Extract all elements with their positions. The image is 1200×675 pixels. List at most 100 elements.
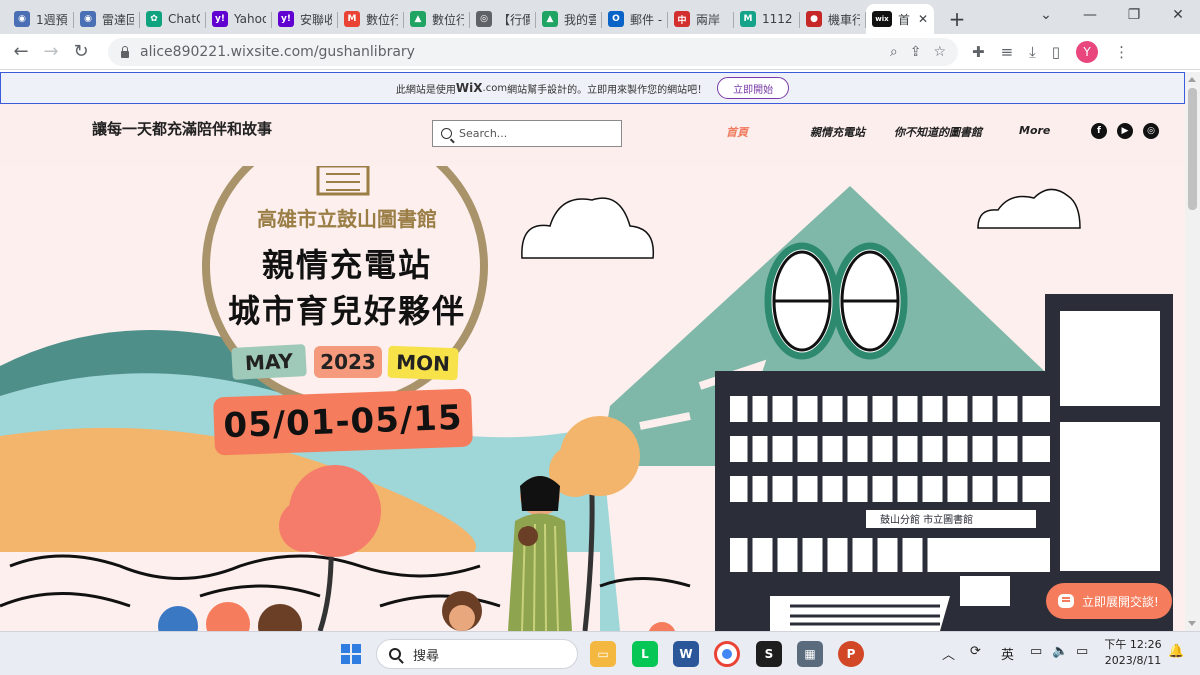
tab-favicon-icon: ▲ bbox=[410, 11, 426, 27]
wix-start-button[interactable]: 立即開始 bbox=[717, 77, 790, 99]
nav-more[interactable]: More bbox=[1019, 124, 1050, 137]
nav-home[interactable]: 首頁 bbox=[726, 124, 748, 140]
share-icon[interactable]: ⇪ bbox=[910, 44, 922, 60]
browser-tab[interactable]: M 數位行 bbox=[338, 4, 404, 34]
notification-bell-icon[interactable]: 🔔 bbox=[1168, 644, 1184, 659]
tab-favicon-icon: ◉ bbox=[80, 11, 96, 27]
windows-taskbar: 搜尋 ▭ L W S ▦ P ︿ ⟳ 英 ▭ 🔈 ▭ 下午 12:26 2023… bbox=[0, 631, 1200, 675]
hero-date-range: 05/01-05/15 bbox=[213, 388, 473, 456]
browser-tab[interactable]: ▲ 我的雲 bbox=[536, 4, 602, 34]
tab-search-icon[interactable]: ⌄ bbox=[1024, 7, 1068, 23]
browser-tab[interactable]: ◉ 雷達回 bbox=[74, 4, 140, 34]
hero-title-line1: 親情充電站 bbox=[261, 246, 432, 284]
browser-tab[interactable]: O 郵件 - bbox=[602, 4, 668, 34]
tab-favicon-icon: ▲ bbox=[542, 11, 558, 27]
volume-icon[interactable]: 🔈 bbox=[1052, 644, 1068, 659]
line-app-icon[interactable]: L bbox=[632, 641, 658, 667]
scroll-up-arrow[interactable] bbox=[1188, 77, 1196, 82]
lock-icon[interactable] bbox=[120, 45, 130, 58]
tab-favicon-icon: ◉ bbox=[14, 11, 30, 27]
side-panel-icon[interactable]: ▯ bbox=[1052, 43, 1060, 61]
browser-tab[interactable]: ▲ 數位行 bbox=[404, 4, 470, 34]
scroll-thumb[interactable] bbox=[1188, 88, 1197, 210]
calculator-icon[interactable]: ▦ bbox=[797, 641, 823, 667]
chat-button-label: 立即展開交談! bbox=[1082, 594, 1159, 609]
network-icon[interactable]: ▭ bbox=[1030, 644, 1042, 659]
powerpoint-icon[interactable]: P bbox=[838, 641, 864, 667]
browser-tab[interactable]: wix 首 ✕ bbox=[866, 4, 934, 34]
restore-icon[interactable]: ❐ bbox=[1112, 7, 1156, 23]
chat-button[interactable]: 立即展開交談! bbox=[1046, 583, 1172, 619]
hero-illustration: 鼓山分館 市立圖書館 bbox=[0, 166, 1185, 631]
tray-overflow-icon[interactable]: ︿ bbox=[942, 644, 955, 663]
browser-tab[interactable]: ◎ 【行價 bbox=[470, 4, 536, 34]
tab-title: 1112 bbox=[762, 12, 793, 26]
wix-banner-text-before: 此網站是使用 bbox=[395, 84, 456, 96]
media-icon[interactable]: ≡ bbox=[1001, 43, 1014, 61]
browser-tab[interactable]: M 1112 bbox=[734, 4, 800, 34]
address-bar[interactable]: alice890221.wixsite.com/gushanlibrary ⌕ … bbox=[108, 37, 958, 66]
youtube-icon[interactable]: ▶ bbox=[1117, 123, 1133, 139]
file-explorer-icon[interactable]: ▭ bbox=[590, 641, 616, 667]
website-content: 讓每一天都充滿陪伴和故事 Search... 首頁 親情充電站 你不知道的圖書館… bbox=[0, 104, 1185, 631]
site-search-input[interactable]: Search... bbox=[432, 120, 622, 147]
tab-title: 數位行 bbox=[366, 12, 398, 27]
hero-title-line2: 城市育兒好夥伴 bbox=[227, 292, 466, 330]
browser-tab[interactable]: y! 安聯收 bbox=[272, 4, 338, 34]
instagram-icon[interactable]: ◎ bbox=[1143, 123, 1159, 139]
battery-icon[interactable]: ▭ bbox=[1076, 644, 1088, 659]
new-tab-button[interactable]: + bbox=[942, 4, 972, 34]
taskbar-clock[interactable]: 下午 12:26 2023/8/11 bbox=[1102, 637, 1164, 669]
nav-family-station[interactable]: 親情充電站 bbox=[810, 124, 865, 140]
chrome-icon[interactable] bbox=[714, 641, 740, 667]
building-sign-text: 鼓山分館 市立圖書館 bbox=[880, 513, 973, 526]
bookmark-star-icon[interactable]: ☆ bbox=[933, 44, 946, 60]
menu-icon[interactable]: ⋮ bbox=[1114, 43, 1129, 61]
chat-bubble-icon bbox=[1058, 594, 1074, 608]
close-window-icon[interactable]: ✕ bbox=[1156, 7, 1200, 23]
browser-tab[interactable]: 中兩岸 bbox=[668, 4, 734, 34]
search-icon bbox=[441, 128, 452, 139]
download-icon[interactable]: ⤓ bbox=[1029, 43, 1036, 61]
profile-avatar[interactable]: Y bbox=[1076, 40, 1099, 63]
hero-library-name: 高雄市立鼓山圖書館 bbox=[257, 207, 437, 231]
zoom-icon[interactable]: ⌕ bbox=[890, 44, 898, 60]
windows-start-icon[interactable] bbox=[338, 641, 364, 667]
scroll-down-arrow[interactable] bbox=[1188, 621, 1196, 626]
browser-tab[interactable]: ◉ 1週預 bbox=[8, 4, 74, 34]
tab-favicon-icon: y! bbox=[278, 11, 294, 27]
tab-favicon-icon: ✿ bbox=[146, 11, 162, 27]
tab-title: 安聯收 bbox=[300, 12, 332, 27]
browser-tab-strip: ◉ 1週預 ◉ 雷達回 ✿ ChatG y! Yahoo y! 安聯收 M 數位行 ▲ 數位行 ◎ 【行價 ▲ 我… bbox=[0, 0, 1200, 34]
minimize-icon[interactable]: — bbox=[1068, 7, 1112, 23]
tab-title: ChatG bbox=[168, 12, 200, 26]
taskbar-search-icon bbox=[389, 648, 401, 660]
back-icon[interactable]: ← bbox=[6, 41, 36, 62]
browser-tab[interactable]: ✿ ChatG bbox=[140, 4, 206, 34]
page-scrollbar[interactable] bbox=[1185, 72, 1200, 631]
tab-favicon-icon: ◎ bbox=[476, 11, 492, 27]
ime-indicator[interactable]: 英 bbox=[1001, 644, 1014, 663]
close-tab-icon[interactable]: ✕ bbox=[918, 12, 928, 26]
taskbar-search-label: 搜尋 bbox=[413, 648, 440, 664]
forward-icon[interactable]: → bbox=[36, 41, 66, 62]
clock-date: 2023/8/11 bbox=[1104, 654, 1162, 667]
app-s-icon[interactable]: S bbox=[756, 641, 782, 667]
tab-favicon-icon: 中 bbox=[674, 11, 690, 27]
word-icon[interactable]: W bbox=[673, 641, 699, 667]
taskbar-search[interactable]: 搜尋 bbox=[376, 639, 578, 669]
clock-time: 下午 12:26 bbox=[1104, 638, 1162, 651]
tab-title: 我的雲 bbox=[564, 12, 596, 27]
reload-icon[interactable]: ↻ bbox=[66, 41, 96, 62]
nav-library-secrets[interactable]: 你不知道的圖書館 bbox=[894, 124, 982, 140]
browser-tab[interactable]: ● 機車行 bbox=[800, 4, 866, 34]
hero-year-badge: 2023 bbox=[314, 346, 382, 378]
search-placeholder: Search... bbox=[459, 127, 508, 140]
extensions-icon[interactable]: ✚ bbox=[972, 43, 985, 61]
sync-icon[interactable]: ⟳ bbox=[970, 644, 981, 659]
site-header: 讓每一天都充滿陪伴和故事 Search... 首頁 親情充電站 你不知道的圖書館… bbox=[0, 104, 1185, 166]
tab-favicon-icon: wix bbox=[872, 11, 892, 27]
hero-month-badge: MAY bbox=[231, 344, 307, 380]
facebook-icon[interactable]: f bbox=[1091, 123, 1107, 139]
browser-tab[interactable]: y! Yahoo bbox=[206, 4, 272, 34]
